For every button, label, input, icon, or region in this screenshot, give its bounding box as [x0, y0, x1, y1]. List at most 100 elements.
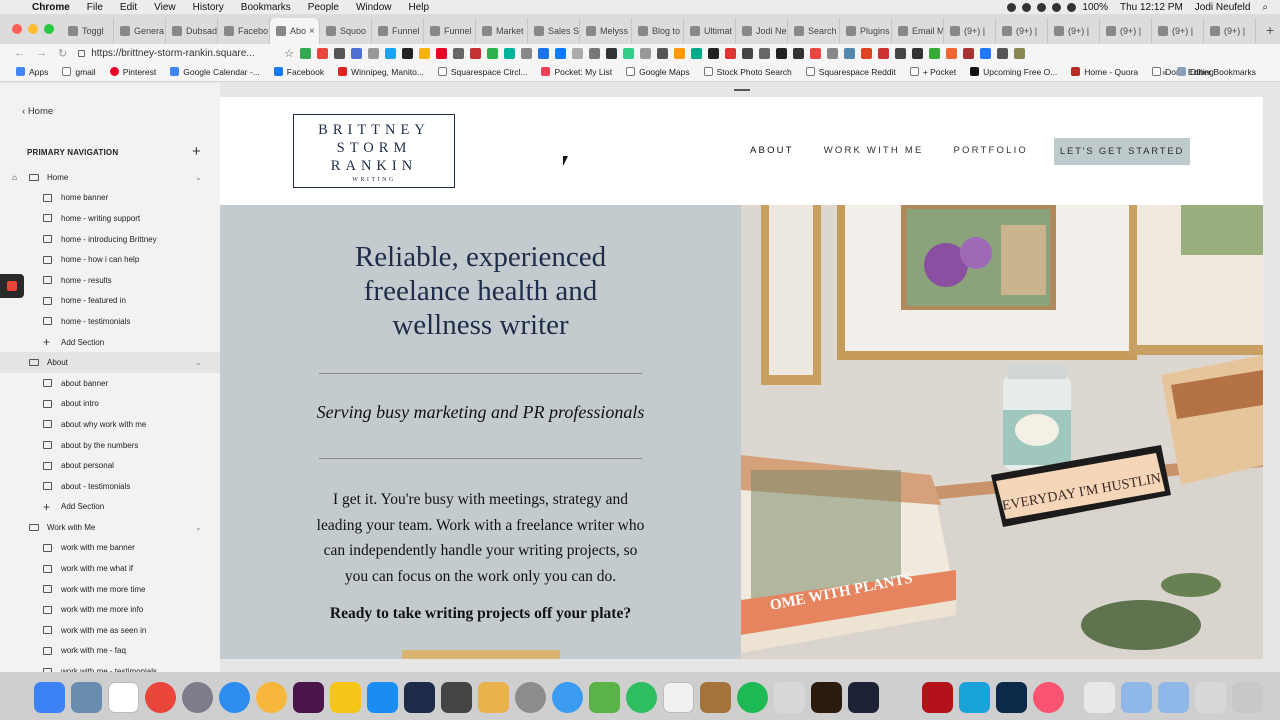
trash-icon[interactable] — [1232, 681, 1263, 713]
quicktime-icon[interactable] — [404, 681, 435, 713]
record-button[interactable] — [0, 274, 24, 298]
folder-icon[interactable] — [1158, 681, 1189, 713]
unknown-app-icon[interactable] — [885, 681, 916, 713]
tab[interactable]: Market — [476, 18, 528, 44]
textedit-icon[interactable] — [663, 681, 694, 713]
bookmark-google-maps[interactable]: Google Maps — [626, 67, 690, 77]
extension-icon[interactable] — [300, 47, 312, 59]
tab[interactable]: Email M — [892, 18, 944, 44]
extension-icon[interactable] — [385, 47, 397, 59]
bookmark-quora[interactable]: Home - Quora — [1071, 67, 1138, 77]
url-field[interactable]: https://brittney-storm-rankin.square... — [78, 46, 278, 61]
status-icon[interactable] — [1007, 2, 1017, 12]
extension-icon[interactable] — [419, 47, 431, 59]
tab[interactable]: (9+) | — [1100, 18, 1152, 44]
chevron-right-icon[interactable]: » — [1162, 67, 1167, 77]
menu-help[interactable]: Help — [409, 2, 430, 13]
nav-page[interactable]: Work with Me ⌄ — [0, 517, 220, 538]
menu-bookmarks[interactable]: Bookmarks — [241, 2, 291, 13]
extension-icon[interactable] — [793, 47, 805, 59]
close-tab-icon[interactable]: × — [309, 26, 315, 37]
extension-icon[interactable] — [810, 47, 822, 59]
tab-active[interactable]: Abo × — [270, 18, 320, 44]
tab[interactable]: (9+) | — [996, 18, 1048, 44]
bookmark-pinterest[interactable]: Pinterest — [109, 67, 156, 77]
status-icon[interactable] — [1052, 2, 1062, 12]
add-section-button[interactable]: + Add Section — [0, 497, 220, 518]
tab[interactable]: Melyss — [580, 18, 632, 44]
extension-icon[interactable] — [946, 47, 958, 59]
preview-icon[interactable] — [71, 681, 102, 713]
wifi-icon[interactable] — [1067, 2, 1077, 12]
extension-icon[interactable] — [657, 47, 669, 59]
extension-icon[interactable] — [742, 47, 754, 59]
clock[interactable]: Thu 12:12 PM — [1120, 2, 1183, 13]
nav-work-with-me[interactable]: WORK WITH ME — [824, 145, 924, 156]
finder-icon[interactable] — [34, 681, 65, 713]
apple-icon[interactable] — [12, 2, 22, 12]
extension-icon[interactable] — [589, 47, 601, 59]
menu-history[interactable]: History — [193, 2, 224, 13]
extension-icon[interactable] — [572, 47, 584, 59]
forward-icon[interactable]: → — [36, 47, 47, 59]
extension-icon[interactable] — [351, 47, 363, 59]
extension-icon[interactable] — [895, 47, 907, 59]
menu-view[interactable]: View — [154, 2, 176, 13]
extension-icon[interactable] — [334, 47, 346, 59]
slack-icon[interactable] — [293, 681, 324, 713]
messages-icon[interactable] — [552, 681, 583, 713]
tab[interactable]: Jodi Ne — [736, 18, 788, 44]
app-icon[interactable] — [959, 681, 990, 713]
safari-icon[interactable] — [219, 681, 250, 713]
nav-section[interactable]: work with me more info — [0, 599, 220, 620]
tab[interactable]: Facebo — [218, 18, 270, 44]
bookmark-gmail[interactable]: gmail — [62, 67, 96, 77]
tab[interactable]: Plugins — [840, 18, 892, 44]
back-to-home-link[interactable]: ‹ Home — [22, 106, 53, 117]
reload-icon[interactable]: ↻ — [58, 47, 67, 60]
spotify-icon[interactable] — [737, 681, 768, 713]
extension-icon[interactable] — [640, 47, 652, 59]
nav-section[interactable]: work with me what if — [0, 558, 220, 579]
minimize-window-icon[interactable] — [28, 24, 38, 34]
app-icon[interactable] — [478, 681, 509, 713]
app-icon[interactable] — [700, 681, 731, 713]
bookmark-pocket[interactable]: Pocket: My List — [541, 67, 612, 77]
tab[interactable]: (9+) | — [1204, 18, 1256, 44]
status-icon[interactable] — [1037, 2, 1047, 12]
close-window-icon[interactable] — [12, 24, 22, 34]
chevron-down-icon[interactable]: ⌄ — [195, 358, 202, 367]
photoshop-icon[interactable] — [996, 681, 1027, 713]
calendar-icon[interactable] — [108, 681, 139, 713]
bookmark-calendar[interactable]: Google Calendar -... — [170, 67, 260, 77]
tab[interactable]: (9+) | — [1152, 18, 1204, 44]
evernote-icon[interactable] — [626, 681, 657, 713]
extension-icon[interactable] — [402, 47, 414, 59]
chevron-down-icon[interactable]: ⌄ — [195, 173, 202, 182]
extension-icon[interactable] — [963, 47, 975, 59]
unknown-app-icon[interactable] — [774, 681, 805, 713]
extension-icon[interactable] — [538, 47, 550, 59]
tab[interactable]: Ultimat — [684, 18, 736, 44]
extension-icon[interactable] — [623, 47, 635, 59]
extension-icon[interactable] — [759, 47, 771, 59]
hero-button[interactable] — [402, 650, 560, 659]
get-started-button[interactable]: LET'S GET STARTED — [1054, 138, 1190, 165]
menu-file[interactable]: File — [87, 2, 103, 13]
extension-icon[interactable] — [521, 47, 533, 59]
nav-about[interactable]: ABOUT — [750, 145, 794, 156]
bookmark-plus-pocket[interactable]: + Pocket — [909, 67, 956, 77]
tab[interactable]: Search — [788, 18, 840, 44]
star-icon[interactable]: ☆ — [284, 47, 294, 60]
tab[interactable]: Sales S — [528, 18, 580, 44]
photos-icon[interactable] — [256, 681, 287, 713]
extension-icon[interactable] — [453, 47, 465, 59]
menu-edit[interactable]: Edit — [120, 2, 137, 13]
extension-icon[interactable] — [691, 47, 703, 59]
launchpad-icon[interactable] — [182, 681, 213, 713]
extension-icon[interactable] — [606, 47, 618, 59]
nav-section[interactable]: about - testimonials — [0, 476, 220, 497]
extension-icon[interactable] — [317, 47, 329, 59]
bridge-icon[interactable] — [811, 681, 842, 713]
extension-icon[interactable] — [929, 47, 941, 59]
